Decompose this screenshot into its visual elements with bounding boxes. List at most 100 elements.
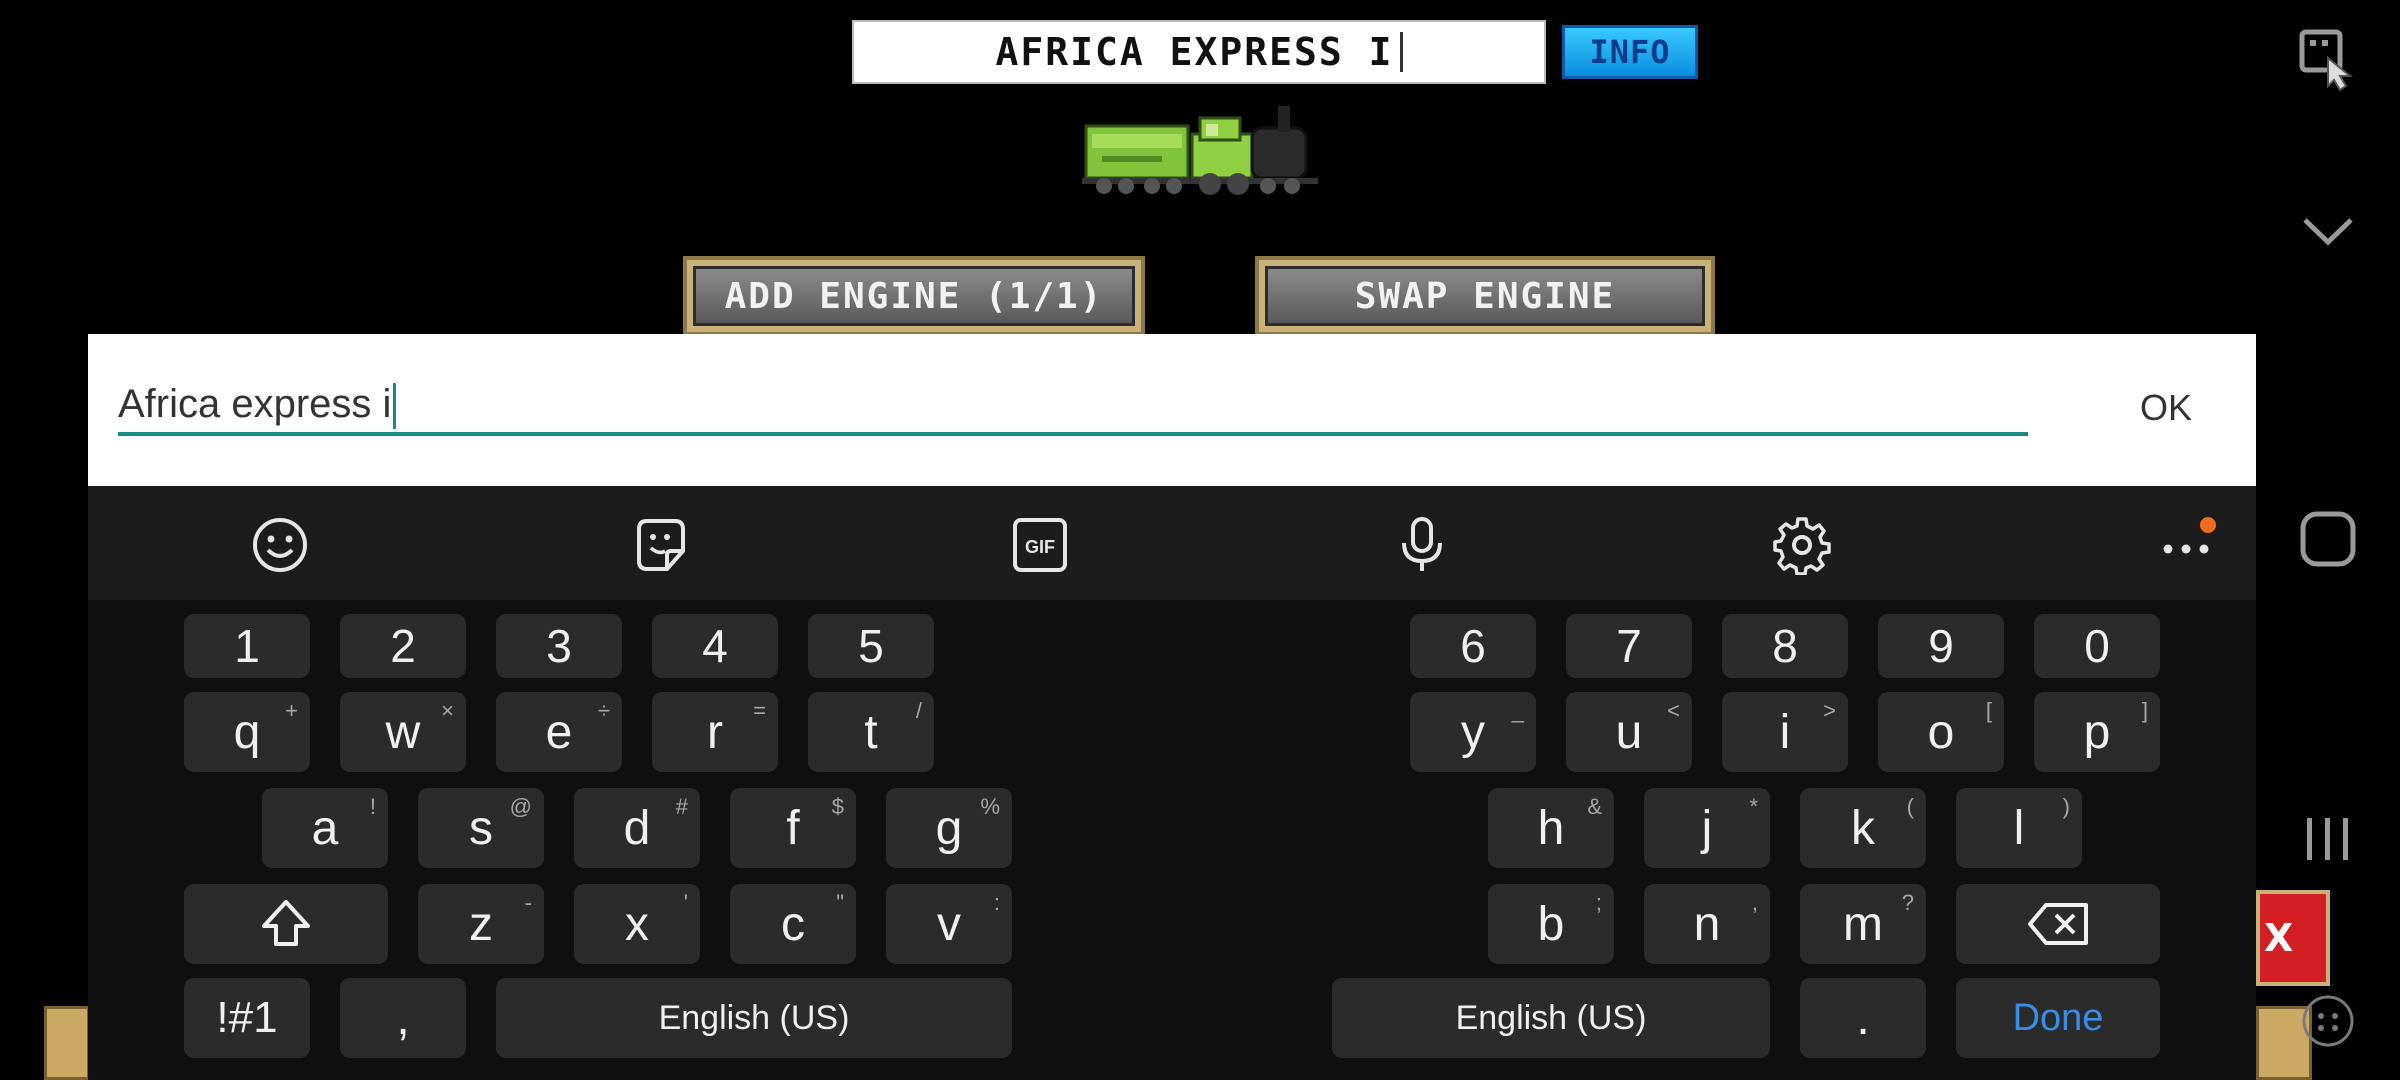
add-engine-label: ADD ENGINE (1/1) [693,266,1135,326]
key-label: 2 [390,620,416,672]
key-5[interactable]: 5 [808,614,934,678]
key-alt-label: ! [369,794,376,819]
key-label: j [1701,801,1713,855]
key-c[interactable]: c " [730,884,856,964]
more-icon[interactable] [2156,515,2216,575]
key-label: l [2013,801,2025,855]
key-label: e [545,705,573,759]
key-z[interactable]: z- [418,884,544,964]
key-alt-label: < [1667,698,1680,723]
key-alt-label: × [441,698,454,723]
key-label: k [1851,801,1875,855]
gif-icon[interactable]: GIF [1010,515,1070,575]
period-key[interactable]: . [1800,978,1926,1058]
chevron-down-icon[interactable] [2256,214,2400,248]
key-label: p [2083,705,2111,759]
done-key[interactable]: Done [1956,978,2160,1058]
info-button[interactable]: INFO [1562,25,1698,79]
key-q[interactable]: q + [184,692,310,772]
key-l[interactable]: l) [1956,788,2082,868]
key-s[interactable]: s @ [418,788,544,868]
key-v[interactable]: v: [886,884,1012,964]
key-label: b [1537,897,1565,951]
key-6[interactable]: 6 [1410,614,1536,678]
key-alt-label: + [285,698,298,723]
train-name-field[interactable]: AFRICA EXPRESS I [852,20,1546,84]
key-label: . [1856,991,1870,1045]
key-label: u [1615,705,1643,759]
key-0[interactable]: 0 [2034,614,2160,678]
recents-icon[interactable] [2256,814,2400,864]
key-alt-label: ' [683,890,688,915]
game-tools-icon[interactable] [2256,994,2400,1048]
key-g[interactable]: g% [886,788,1012,868]
keyboard-switch-icon[interactable] [2256,28,2400,92]
key-8[interactable]: 8 [1722,614,1848,678]
key-t[interactable]: t / [808,692,934,772]
key-alt-label: - [524,890,532,915]
key-e[interactable]: e ÷ [496,692,622,772]
key-label: a [311,801,339,855]
key-alt-label: @ [509,794,532,819]
microphone-icon[interactable] [1392,515,1452,575]
backspace-icon [2028,903,2088,945]
key-u[interactable]: u < [1566,692,1692,772]
key-3[interactable]: 3 [496,614,622,678]
key-k[interactable]: k( [1800,788,1926,868]
key-r[interactable]: r = [652,692,778,772]
key-1[interactable]: 1 [184,614,310,678]
system-navigation-bar [2256,0,2400,1080]
key-label: v [937,897,961,951]
key-w[interactable]: w × [340,692,466,772]
key-alt-label: % [980,794,1000,819]
key-9[interactable]: 9 [1878,614,2004,678]
key-label: 6 [1460,620,1486,672]
key-alt-label: ÷ [597,698,610,723]
key-label: !#1 [216,993,278,1042]
key-p[interactable]: p] [2034,692,2160,772]
ok-button[interactable]: OK [2106,384,2226,432]
key-y[interactable]: y _ [1410,692,1536,772]
key-m[interactable]: m? [1800,884,1926,964]
home-icon[interactable] [2256,510,2400,568]
key-h[interactable]: h & [1488,788,1614,868]
key-label: r [707,705,723,759]
key-7[interactable]: 7 [1566,614,1692,678]
settings-icon[interactable] [1772,515,1832,575]
key-b[interactable]: b; [1488,884,1614,964]
key-alt-label: _ [1511,698,1524,723]
key-f[interactable]: f $ [730,788,856,868]
notification-dot [2200,517,2216,533]
key-label: 9 [1928,620,1954,672]
key-2[interactable]: 2 [340,614,466,678]
info-button-label: INFO [1589,33,1671,71]
name-input[interactable]: Africa express i [118,378,2028,436]
key-d[interactable]: d # [574,788,700,868]
key-4[interactable]: 4 [652,614,778,678]
shift-key[interactable] [184,884,388,964]
key-a[interactable]: a! [262,788,388,868]
swap-engine-button[interactable]: SWAP ENGINE [1255,256,1715,336]
key-o[interactable]: o[ [1878,692,2004,772]
comma-key[interactable]: , [340,978,466,1058]
key-label: o [1927,705,1955,759]
key-alt-label: ] [2141,698,2148,723]
sticker-icon[interactable] [631,515,691,575]
key-alt-label: / [915,698,922,723]
key-label: c [781,897,805,951]
key-label: w [385,705,421,759]
add-engine-button[interactable]: ADD ENGINE (1/1) [683,256,1145,336]
name-input-value: Africa express i [118,382,392,426]
symbols-key[interactable]: !#1 [184,978,310,1058]
key-alt-label: " [836,890,844,915]
key-j[interactable]: j * [1644,788,1770,868]
key-n[interactable]: n, [1644,884,1770,964]
backspace-key[interactable] [1956,884,2160,964]
key-i[interactable]: i > [1722,692,1848,772]
space-bar-right[interactable]: English (US) [1332,978,1770,1058]
emoji-icon[interactable] [250,515,310,575]
key-x[interactable]: x ' [574,884,700,964]
space-bar-left[interactable]: English (US) [496,978,1012,1058]
key-label: Done [2012,996,2104,1039]
key-alt-label: > [1823,698,1836,723]
